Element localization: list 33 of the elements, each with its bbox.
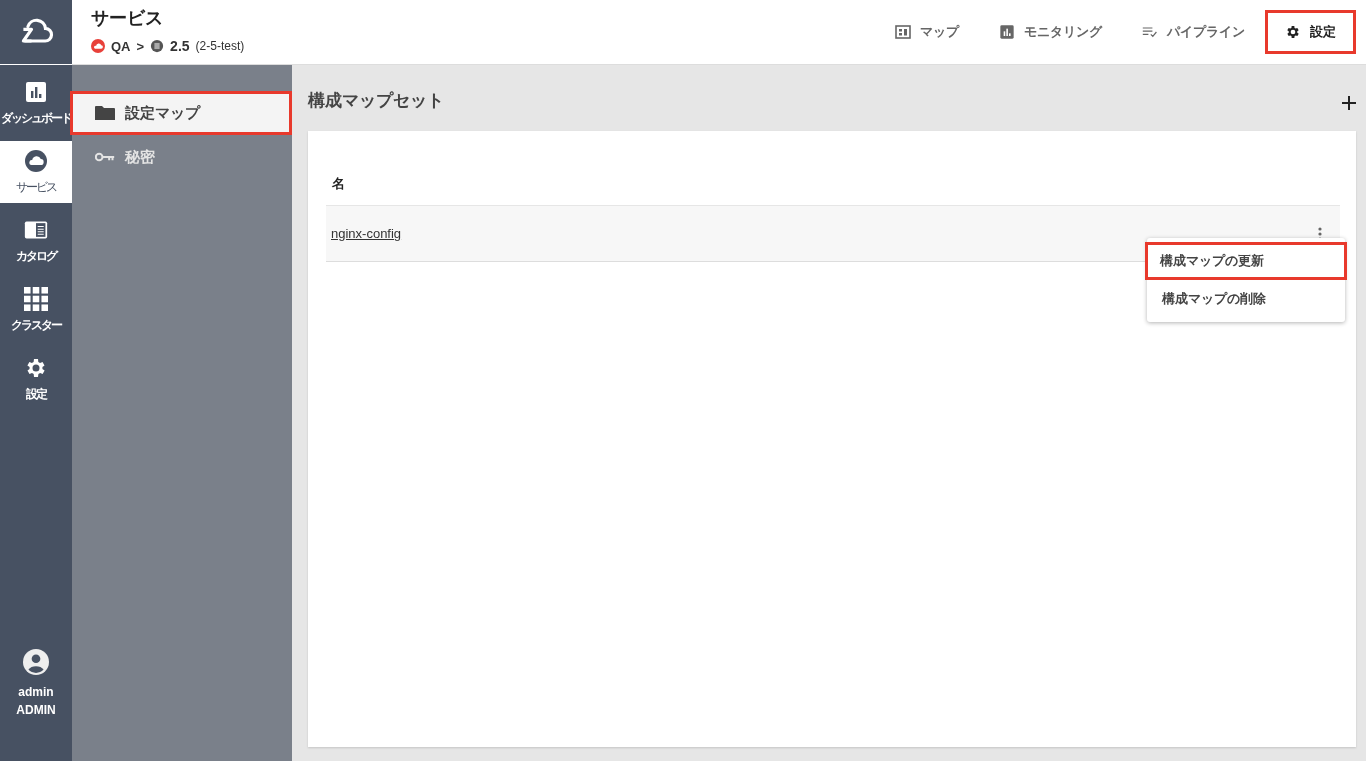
nav-tab[interactable]: マップ bbox=[875, 10, 979, 54]
user-role: ADMIN bbox=[16, 703, 56, 717]
sub-nav-item[interactable]: 設定マップ bbox=[70, 91, 292, 135]
avatar-icon[interactable] bbox=[23, 649, 49, 675]
map-icon bbox=[895, 24, 911, 40]
version-number: 2.5 bbox=[170, 38, 190, 54]
cloud-icon bbox=[24, 148, 48, 173]
add-icon[interactable] bbox=[1342, 96, 1356, 110]
cloud-icon bbox=[91, 39, 105, 53]
breadcrumb-link[interactable]: QA bbox=[111, 38, 131, 54]
version-icon bbox=[150, 39, 165, 53]
menu-item[interactable]: 構成マップの削除 bbox=[1147, 280, 1345, 318]
menu-item[interactable]: 構成マップの更新 bbox=[1145, 242, 1347, 280]
rail-nav-item[interactable]: 設定 bbox=[0, 348, 72, 410]
section-title: 構成マップセット bbox=[308, 89, 444, 112]
column-header: 名 bbox=[332, 175, 345, 193]
config-link[interactable]: nginx-config bbox=[331, 226, 402, 241]
bar-chart-icon bbox=[999, 24, 1015, 40]
nav-tab[interactable]: パイプライン bbox=[1122, 10, 1265, 54]
rail-nav-item[interactable]: クラスター bbox=[0, 279, 72, 341]
folder-icon bbox=[95, 105, 115, 121]
user-name: admin bbox=[18, 685, 54, 699]
nav-tab[interactable]: 設定 bbox=[1265, 10, 1356, 54]
nav-tab[interactable]: モニタリング bbox=[979, 10, 1122, 54]
grid-icon bbox=[24, 286, 48, 311]
list-check-icon bbox=[1142, 24, 1158, 40]
settings-icon bbox=[1285, 24, 1301, 40]
version-name: (2-5-test) bbox=[195, 39, 245, 53]
page-title: サービス bbox=[91, 7, 164, 30]
rail-nav-item[interactable]: カタログ bbox=[0, 210, 72, 272]
breadcrumb-separator: > bbox=[136, 38, 145, 54]
rail-nav-item[interactable]: サービス bbox=[0, 141, 72, 203]
bar-chart-icon bbox=[24, 79, 48, 104]
